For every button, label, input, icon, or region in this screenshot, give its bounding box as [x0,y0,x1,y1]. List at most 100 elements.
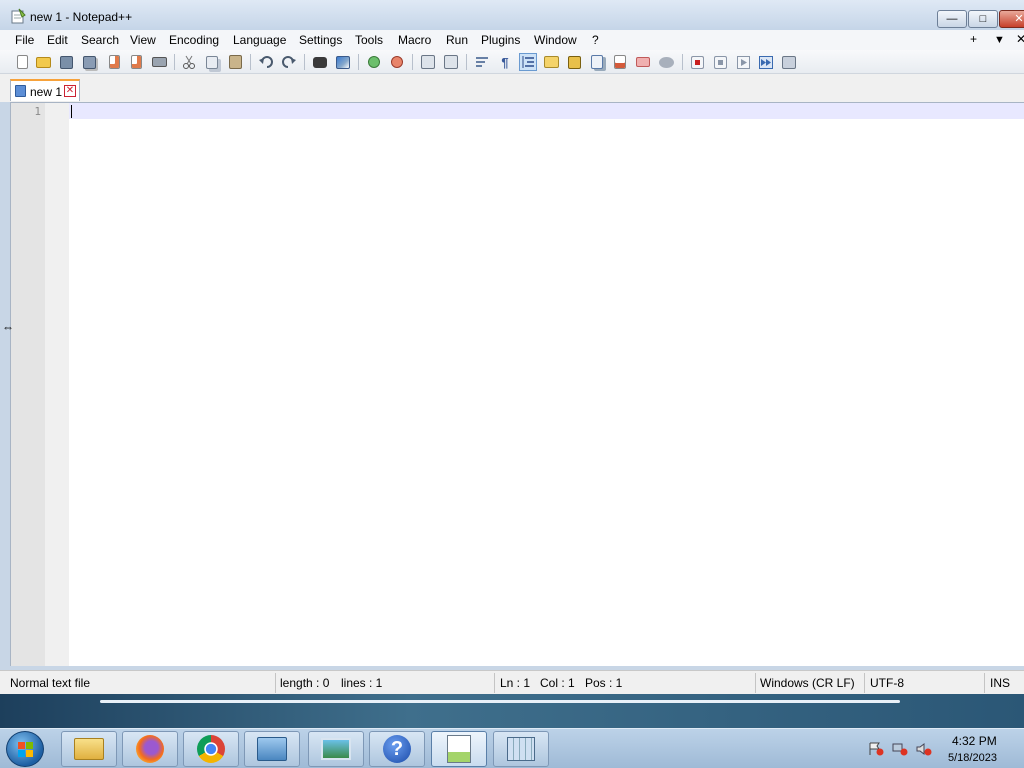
monitoring-icon[interactable] [634,53,652,71]
status-col: Col : 1 [540,676,575,690]
menu-macro[interactable]: Macro [398,33,431,47]
menu-bar: File Edit Search View Encoding Language … [0,30,1024,50]
taskbar: ? [0,728,1024,768]
notepad-app-icon [11,8,26,24]
calendar-clock-icon [507,737,535,761]
network-error-icon[interactable] [892,742,908,756]
status-eol[interactable]: Windows (CR LF) [760,676,855,690]
zoom-out-icon[interactable] [388,53,406,71]
taskbar-file-explorer[interactable] [61,731,117,767]
print-icon[interactable] [150,53,168,71]
taskbar-chrome[interactable] [183,731,239,767]
indent-guide-icon[interactable] [519,53,537,71]
toolbar-separator [250,54,251,70]
sync-horizontal-icon[interactable] [442,53,460,71]
tab-list-down-icon[interactable]: ▼ [994,34,1005,46]
save-icon[interactable] [57,53,75,71]
function-list-icon[interactable] [588,53,606,71]
sync-vertical-icon[interactable] [419,53,437,71]
taskbar-help[interactable]: ? [369,731,425,767]
close-file-icon[interactable] [105,53,123,71]
status-divider [864,673,865,693]
stop-record-icon[interactable] [711,53,729,71]
menu-run[interactable]: Run [446,33,468,47]
title-bar[interactable]: new 1 - Notepad++ — □ ✕ [0,0,1024,30]
close-document-icon[interactable]: ✕ [1016,32,1024,46]
tab-label: new 1 [30,85,63,99]
word-wrap-icon[interactable] [473,53,491,71]
record-macro-icon[interactable] [688,53,706,71]
start-button[interactable] [6,731,44,767]
maximize-icon: □ [979,12,987,25]
menu-settings[interactable]: Settings [299,33,342,47]
status-encoding[interactable]: UTF-8 [870,676,904,690]
status-bar: Normal text file length : 0 lines : 1 Ln… [0,670,1024,694]
status-insert-mode[interactable]: INS [990,676,1010,690]
close-window-button[interactable]: ✕ [999,10,1024,28]
folder-workspace-icon[interactable] [611,53,629,71]
minimize-icon: — [946,12,958,25]
menu-plugins[interactable]: Plugins [481,33,520,47]
taskbar-task-scheduler[interactable] [493,731,549,767]
cut-icon[interactable] [180,53,198,71]
windows-logo-icon [18,742,25,749]
new-tab-plus-icon[interactable]: + [970,32,977,46]
taskbar-notepad-plus-plus[interactable] [431,731,487,767]
status-divider [755,673,756,693]
notepadpp-window: new 1 - Notepad++ — □ ✕ File Edit Search… [0,0,1024,702]
redo-icon[interactable] [280,53,298,71]
minimize-button[interactable]: — [937,10,967,28]
menu-edit[interactable]: Edit [47,33,68,47]
document-map-icon[interactable] [565,53,583,71]
toolbar-separator [466,54,467,70]
paste-icon[interactable] [226,53,244,71]
menu-window[interactable]: Window [534,33,577,47]
new-file-icon[interactable] [13,53,31,71]
show-all-chars-icon[interactable]: ¶ [496,53,514,71]
run-macro-multiple-icon[interactable] [757,53,775,71]
taskbar-control-panel[interactable] [244,731,300,767]
open-file-icon[interactable] [34,53,52,71]
menu-language[interactable]: Language [233,33,286,47]
menu-encoding[interactable]: Encoding [169,33,219,47]
menu-view[interactable]: View [130,33,156,47]
photo-viewer-icon [321,738,351,760]
replace-icon[interactable] [334,53,352,71]
menu-search[interactable]: Search [81,33,119,47]
maximize-button[interactable]: □ [968,10,998,28]
action-center-flag-icon[interactable] [868,742,884,756]
taskbar-clock-date[interactable]: 5/18/2023 [948,752,997,764]
copy-icon[interactable] [203,53,221,71]
close-all-icon[interactable] [127,53,145,71]
taskbar-photo-viewer[interactable] [308,731,364,767]
firefox-icon [136,735,164,763]
volume-muted-icon[interactable] [916,742,932,756]
menu-help[interactable]: ? [592,33,599,47]
menu-tools[interactable]: Tools [355,33,383,47]
save-macro-icon[interactable] [780,53,798,71]
toolbar-separator [682,54,683,70]
taskbar-clock-time[interactable]: 4:32 PM [952,734,997,748]
comment-bubble-icon[interactable] [657,53,675,71]
toolbar-separator [174,54,175,70]
menu-file[interactable]: File [15,33,34,47]
save-all-icon[interactable] [80,53,98,71]
tab-new-1[interactable]: new 1 ✕ [10,79,80,101]
play-macro-icon[interactable] [734,53,752,71]
find-icon[interactable] [311,53,329,71]
folder-icon [74,738,104,760]
zoom-in-icon[interactable] [365,53,383,71]
desktop-decoration [100,700,900,703]
control-panel-icon [257,737,287,761]
editor-area[interactable]: 1 [10,102,1024,666]
user-language-icon[interactable] [542,53,560,71]
status-divider [275,673,276,693]
resize-cursor-icon: ⇔ [2,320,14,334]
undo-icon[interactable] [257,53,275,71]
taskbar-firefox[interactable] [122,731,178,767]
chrome-icon [197,735,225,763]
tab-close-icon[interactable]: ✕ [64,85,76,97]
saved-file-icon [15,85,26,97]
status-file-type: Normal text file [10,676,91,690]
fold-margin[interactable] [45,103,69,666]
